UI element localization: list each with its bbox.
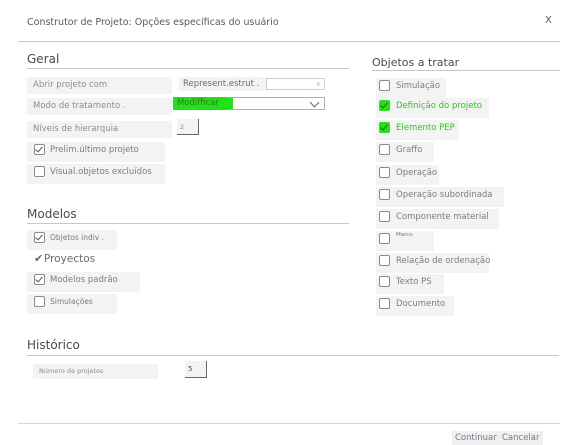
simulacoes-checkbox[interactable] (34, 296, 45, 307)
objetos-divider (372, 70, 560, 71)
objeto-checkbox[interactable] (379, 255, 390, 266)
visual-excluidos-label: Visual.objetos excluídos (50, 167, 152, 177)
chevron-down-icon (309, 97, 320, 108)
footer-divider (18, 423, 560, 424)
objeto-checkbox[interactable] (379, 100, 390, 111)
prelim-ultimo-checkbox[interactable] (34, 144, 45, 155)
objeto-label: Operação (396, 168, 438, 178)
geral-divider (27, 68, 349, 69)
abrir-projeto-dropdown[interactable]: v (266, 78, 325, 90)
modelos-divider (27, 223, 349, 224)
close-button[interactable]: X (545, 15, 552, 26)
objeto-label: Operação subordinada (396, 190, 493, 200)
modelos-padrao-checkbox[interactable] (34, 274, 45, 285)
numero-projetos-label: Número de projetos (33, 364, 158, 379)
objeto-label: Elemento PEP (396, 123, 455, 133)
objeto-label: Graffo (396, 145, 423, 155)
objeto-label: Documento (396, 299, 446, 309)
objeto-label: Definição do projeto (396, 101, 482, 111)
visual-excluidos-checkbox[interactable] (34, 166, 45, 177)
objetos-heading: Objetos a tratar (372, 56, 460, 69)
objeto-checkbox[interactable] (379, 144, 390, 155)
simulacoes-label: Simulações (50, 297, 93, 306)
modo-tratamento-dropdown[interactable] (229, 97, 325, 110)
objeto-checkbox[interactable] (379, 276, 390, 287)
title-divider (18, 41, 560, 42)
modelos-heading: Modelos (27, 207, 77, 221)
prelim-ultimo-label: Prelim.último projeto (50, 145, 139, 155)
geral-heading: Geral (27, 52, 60, 66)
objeto-label: Componente material (396, 212, 489, 222)
objetos-indiv-checkbox[interactable] (34, 232, 45, 243)
check-icon: ✔ (34, 252, 44, 265)
objeto-checkbox[interactable] (379, 189, 390, 200)
objeto-label: Relação de ordenação (396, 256, 491, 266)
objeto-checkbox[interactable] (379, 233, 390, 244)
abrir-projeto-field[interactable]: Represent.estrut . (179, 77, 267, 91)
objeto-checkbox[interactable] (379, 211, 390, 222)
window-title: Construtor de Projeto: Opções específica… (27, 17, 279, 28)
projectos-label: Proyectos (44, 253, 96, 265)
modelos-padrao-label: Modelos padrão (50, 275, 118, 285)
objeto-label: Marco (396, 232, 413, 238)
modo-tratamento-value[interactable]: Modifficar (173, 97, 233, 110)
abrir-projeto-label: Abrir projeto com (27, 77, 172, 94)
historico-heading: Histórico (27, 338, 80, 352)
objeto-checkbox[interactable] (379, 167, 390, 178)
niveis-hierarquia-field[interactable]: 2 (177, 119, 199, 135)
objeto-checkbox[interactable] (379, 80, 390, 91)
objeto-label: Texto PS (396, 277, 432, 287)
objeto-checkbox[interactable] (379, 298, 390, 309)
objeto-label: Simulação (396, 81, 441, 91)
objeto-checkbox[interactable] (379, 122, 390, 133)
numero-projetos-field[interactable]: 5 (185, 361, 207, 378)
modo-tratamento-label: Modo de tratamento . (27, 98, 172, 115)
historico-divider (27, 355, 559, 356)
niveis-hierarquia-label: Níveis de hierarquia (27, 121, 172, 138)
objetos-indiv-label: Objetos indiv . (50, 233, 105, 242)
